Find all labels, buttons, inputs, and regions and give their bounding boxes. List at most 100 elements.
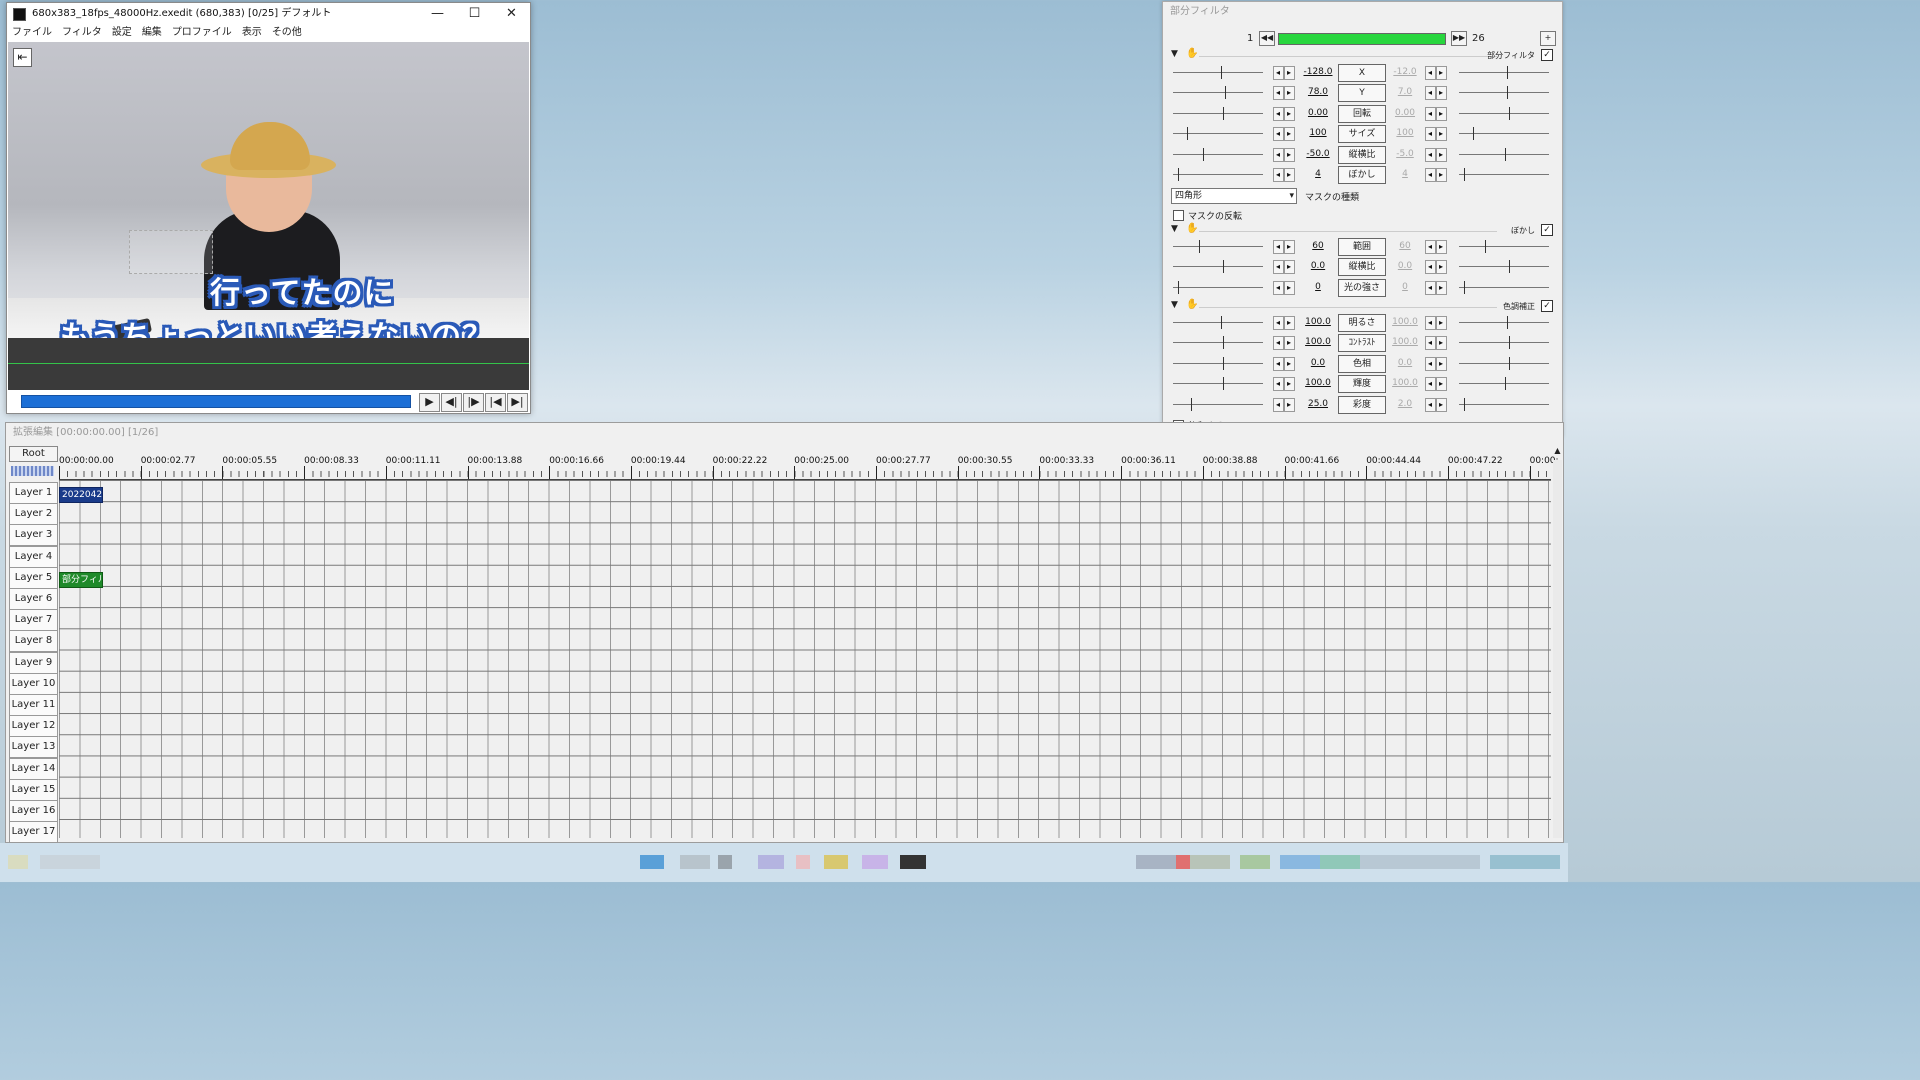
end-slider[interactable] [1459,397,1549,411]
forward-icon[interactable]: ▶▶ [1451,31,1467,46]
start-value[interactable]: -128.0 [1301,67,1335,77]
start-arrows[interactable]: ◂ ▸ [1273,316,1295,330]
taskbar-icon[interactable] [8,855,28,869]
taskbar-icon[interactable] [796,855,810,869]
start-arrows[interactable]: ◂ ▸ [1273,240,1295,254]
menu-view[interactable]: 表示 [237,25,267,41]
end-slider[interactable] [1459,356,1549,370]
enable-checkbox[interactable]: ✓ [1541,300,1553,312]
end-arrows[interactable]: ◂ ▸ [1425,356,1447,371]
menu-profile[interactable]: プロファイル [167,25,237,41]
start-value[interactable]: 0.00 [1301,108,1335,118]
video-preview[interactable]: 行ってたのに もうちょっといい考えないの？ ⇤ [8,42,529,338]
hand-icon[interactable]: ✋ [1186,48,1198,59]
start-value[interactable]: 100.0 [1301,337,1335,347]
start-value[interactable]: 0.0 [1301,261,1335,271]
jump-end-button[interactable]: ▶| [507,393,528,412]
param-button[interactable]: 彩度 [1338,395,1386,414]
start-slider[interactable] [1173,168,1263,181]
partial-filter-clip[interactable]: 部分フィルタ [59,572,103,588]
time-ruler[interactable]: 00:00:00.00 00:00:02.77 00:00:05.55 00:00:0… [59,451,1559,480]
layer-label[interactable]: Layer 1 [9,482,58,504]
start-value[interactable]: 0.0 [1301,358,1335,368]
end-slider[interactable] [1459,316,1549,329]
end-arrows[interactable]: ◂ ▸ [1425,66,1447,80]
start-value[interactable]: 4 [1301,169,1335,179]
param-button[interactable]: 縦横比 [1338,145,1386,164]
start-arrows[interactable]: ◂ ▸ [1273,356,1295,371]
frame-range-bar[interactable] [1278,33,1446,45]
taskbar-icon[interactable] [718,855,732,869]
taskbar-icon[interactable] [862,855,888,869]
start-slider[interactable] [1173,377,1263,391]
param-button[interactable]: 輝度 [1338,375,1386,394]
end-value[interactable]: 0 [1388,282,1422,292]
taskbar-icon[interactable] [1490,855,1560,869]
video-clip[interactable]: 20220423 [59,487,103,503]
start-arrows[interactable]: ◂ ▸ [1273,260,1295,275]
end-arrows[interactable]: ◂ ▸ [1425,240,1447,254]
param-button[interactable]: ｺﾝﾄﾗｽﾄ [1338,334,1386,353]
taskbar-icon[interactable] [1176,855,1190,869]
play-button[interactable]: ▶ [419,393,440,412]
end-arrows[interactable]: ◂ ▸ [1425,127,1447,142]
taskbar-icon[interactable] [1240,855,1270,869]
hand-icon[interactable]: ✋ [1186,223,1198,234]
layer-label[interactable]: Layer 13 [9,736,58,759]
taskbar-icon[interactable] [1360,855,1480,869]
start-slider[interactable] [1173,397,1263,411]
param-button[interactable]: Y [1338,84,1386,103]
hand-icon[interactable]: ✋ [1186,299,1198,310]
taskbar-icon[interactable] [1136,855,1176,869]
end-arrows[interactable]: ◂ ▸ [1425,397,1447,412]
layer-label[interactable]: Layer 5 [9,566,58,589]
start-slider[interactable] [1173,356,1263,370]
layer-label[interactable]: Layer 3 [9,524,58,547]
start-slider[interactable] [1173,106,1263,120]
start-arrows[interactable]: ◂ ▸ [1273,86,1295,101]
end-value[interactable]: 100.0 [1388,378,1422,388]
end-slider[interactable] [1459,168,1549,181]
start-slider[interactable] [1173,240,1263,253]
minimize-button[interactable]: — [419,3,456,25]
end-arrows[interactable]: ◂ ▸ [1425,280,1447,295]
track-area[interactable]: 20220423 部分フィルタ [59,480,1551,838]
end-value[interactable]: 60 [1388,241,1422,251]
start-value[interactable]: 78.0 [1301,87,1335,97]
start-value[interactable]: 100.0 [1301,378,1335,388]
end-value[interactable]: 100 [1388,128,1422,138]
taskbar-icon[interactable] [1280,855,1320,869]
end-arrows[interactable]: ◂ ▸ [1425,168,1447,182]
layer-label[interactable]: Layer 8 [9,630,58,653]
param-button[interactable]: 光の強さ [1338,278,1386,297]
end-slider[interactable] [1459,280,1549,294]
start-arrows[interactable]: ◂ ▸ [1273,127,1295,142]
start-slider[interactable] [1173,260,1263,274]
param-button[interactable]: 色相 [1338,354,1386,373]
collapse-icon[interactable]: ▼ [1171,224,1178,234]
next-frame-button[interactable]: |▶ [463,393,484,412]
param-button[interactable]: 明るさ [1338,314,1386,332]
taskbar-icon[interactable] [900,855,926,869]
end-arrows[interactable]: ◂ ▸ [1425,260,1447,275]
taskbar-icon[interactable] [40,855,100,869]
enable-checkbox[interactable]: ✓ [1541,224,1553,236]
start-slider[interactable] [1173,86,1263,100]
vertical-scrollbar[interactable] [1553,460,1562,838]
scroll-up-icon[interactable]: ▲ [1553,446,1562,456]
mask-selection-box[interactable] [129,230,213,274]
param-button[interactable]: 回転 [1338,104,1386,123]
end-slider[interactable] [1459,86,1549,100]
start-arrows[interactable]: ◂ ▸ [1273,336,1295,351]
param-button[interactable]: 範囲 [1338,238,1386,256]
layer-label[interactable]: Layer 10 [9,672,58,695]
end-value[interactable]: 0.0 [1388,358,1422,368]
start-value[interactable]: 25.0 [1301,399,1335,409]
param-button[interactable]: X [1338,64,1386,82]
end-arrows[interactable]: ◂ ▸ [1425,316,1447,330]
rewind-icon[interactable]: ◀◀ [1259,31,1275,46]
mask-invert-checkbox[interactable] [1173,210,1184,221]
menu-file[interactable]: ファイル [7,25,57,41]
start-value[interactable]: -50.0 [1301,149,1335,159]
start-slider[interactable] [1173,316,1263,329]
